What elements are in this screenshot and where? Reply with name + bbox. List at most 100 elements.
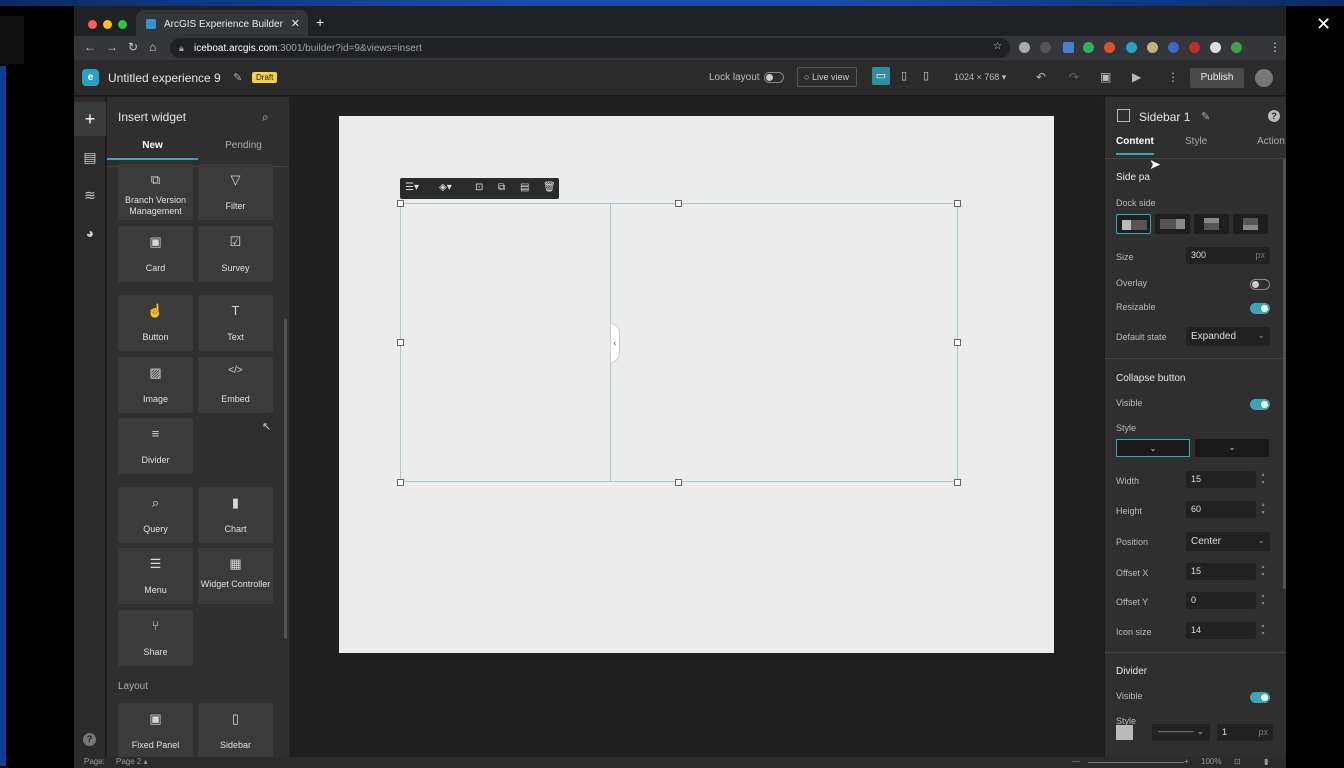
widget-tile-button[interactable]: ☝ Button (118, 295, 193, 351)
icon-size-input[interactable]: 14 ▴ ▾ (1186, 622, 1265, 639)
panel-scrollbar[interactable] (284, 319, 287, 639)
tab-close-icon[interactable]: ✕ (291, 17, 300, 30)
resize-handle[interactable] (675, 479, 682, 486)
align-icon[interactable]: ☰▾ (405, 182, 419, 193)
settings-scrollbar[interactable] (1283, 159, 1286, 589)
dock-bottom-option[interactable] (1233, 214, 1268, 234)
fit-icon[interactable]: ⊡ (1234, 757, 1241, 766)
height-input[interactable]: 60 ▴ ▾ (1186, 501, 1265, 518)
widget-tile-text[interactable]: T Text (198, 295, 273, 351)
stepper-icon[interactable]: ▴ ▾ (1258, 501, 1268, 518)
widget-tile-card[interactable]: ▣ Card (118, 226, 193, 282)
extension-icon[interactable] (1019, 42, 1030, 53)
desktop-view-icon[interactable]: ▭ (872, 67, 890, 85)
width-input[interactable]: 15 ▴ ▾ (1186, 471, 1265, 488)
live-view-button[interactable]: ○ Live view (797, 67, 857, 87)
extension-icon[interactable] (1147, 42, 1158, 53)
undo-icon[interactable]: ↶ (1036, 70, 1046, 84)
stepper-icon[interactable]: ▴ ▾ (1258, 563, 1268, 580)
zoom-dot[interactable] (118, 20, 127, 29)
more-icon[interactable]: ⋮ (1167, 70, 1179, 84)
browser-tab[interactable]: ArcGIS Experience Builder ✕ (136, 10, 308, 36)
sidebar-widget[interactable]: ‹ (400, 203, 958, 482)
data-icon[interactable]: ≋ (74, 178, 106, 212)
help-icon[interactable]: ? (1268, 110, 1280, 122)
widget-tile-filter[interactable]: ▽ Filter (198, 164, 273, 220)
size-input[interactable]: 300 px (1186, 247, 1270, 264)
preview-icon[interactable]: ▶ (1132, 70, 1141, 84)
save-icon[interactable]: ▣ (1100, 70, 1111, 84)
theme-icon[interactable]: ◕ (74, 216, 106, 250)
offset-x-input[interactable]: 15 ▴ ▾ (1186, 563, 1265, 580)
close-window-button[interactable]: ✕ (1316, 14, 1331, 35)
page-icon[interactable]: ▤ (74, 140, 106, 174)
divider-visible-toggle[interactable] (1250, 692, 1270, 703)
resolution-select[interactable]: 1024 × 768 ▾ (954, 72, 1006, 83)
phone-view-icon[interactable]: ▯ (917, 67, 935, 85)
layers-icon[interactable]: ◈▾ (439, 182, 452, 193)
widget-tile-chart[interactable]: ▮ Chart (198, 487, 273, 543)
extension-icon[interactable] (1231, 42, 1242, 53)
stepper-icon[interactable]: ▴ ▾ (1258, 622, 1268, 639)
widget-tile-image[interactable]: ▨ Image (118, 357, 193, 413)
zoom-out-icon[interactable]: — (1072, 757, 1080, 766)
forward-icon[interactable]: → (106, 40, 118, 54)
dock-top-option[interactable] (1194, 214, 1229, 234)
default-state-select[interactable]: Expanded ⌄ (1186, 327, 1270, 346)
zoom-slider[interactable] (1088, 762, 1184, 763)
bookmark-star-icon[interactable]: ☆ (993, 41, 1002, 52)
overlay-toggle[interactable] (1250, 279, 1270, 290)
resize-handle[interactable] (954, 339, 961, 346)
tab-style[interactable]: Style (1185, 136, 1207, 153)
widget-tile-share[interactable]: ⑂ Share (118, 610, 193, 666)
collapse-style-option-1[interactable]: ⌄ (1116, 439, 1190, 457)
stepper-icon[interactable]: ▴ ▾ (1258, 592, 1268, 609)
widget-name[interactable]: Sidebar 1 (1139, 110, 1190, 124)
extension-icon[interactable] (1104, 42, 1115, 53)
resize-handle[interactable] (397, 479, 404, 486)
back-icon[interactable]: ← (84, 40, 96, 54)
extension-icon[interactable] (1083, 42, 1094, 53)
extension-icon[interactable] (1063, 42, 1074, 53)
dock-right-option[interactable] (1155, 214, 1190, 234)
delete-icon[interactable]: 🗑︎ (543, 182, 556, 193)
resize-handle[interactable] (397, 339, 404, 346)
tablet-view-icon[interactable]: ▯ (895, 67, 913, 85)
search-icon[interactable]: ⌕ (262, 110, 269, 125)
widget-tile-survey[interactable]: ☑ Survey (198, 226, 273, 282)
resize-handle[interactable] (954, 479, 961, 486)
tab-pending[interactable]: Pending (198, 140, 289, 158)
line-style-select[interactable]: ———— ⌄ (1152, 724, 1210, 741)
dock-left-option[interactable] (1116, 214, 1151, 234)
extension-icon[interactable] (1040, 42, 1051, 53)
extension-icon[interactable] (1126, 42, 1137, 53)
widget-tile-widget-controller[interactable]: ▦ Widget Controller (198, 548, 273, 604)
edit-title-icon[interactable]: ✎ (233, 71, 242, 84)
divider-width-input[interactable]: 1 px (1217, 724, 1273, 741)
tab-action[interactable]: Action (1257, 136, 1285, 153)
lock-layout-toggle[interactable] (764, 72, 784, 83)
resizable-toggle[interactable] (1250, 303, 1270, 314)
reload-icon[interactable]: ↻ (128, 40, 138, 54)
collapse-visible-toggle[interactable] (1250, 399, 1270, 410)
widget-tile-query[interactable]: ⌕ Query (118, 487, 193, 543)
widget-tile-fixed-panel[interactable]: ▣ Fixed Panel (118, 703, 193, 757)
experience-title[interactable]: Untitled experience 9 (108, 71, 221, 85)
stepper-icon[interactable]: ▴ ▾ (1258, 471, 1268, 488)
widget-tile-sidebar[interactable]: ▯ Sidebar (198, 703, 273, 757)
new-tab-button[interactable]: + (316, 14, 324, 30)
page-select[interactable]: Page 2 ▴ (116, 757, 148, 766)
redo-icon[interactable]: ↷ (1069, 70, 1079, 84)
widget-tile-branch-version[interactable]: ⧉ Branch Version Management (118, 164, 193, 220)
settings-icon[interactable]: ▤ (520, 182, 529, 193)
widget-tile-menu[interactable]: ☰ Menu (118, 548, 193, 604)
edit-name-icon[interactable]: ✎ (1201, 110, 1210, 123)
avatar[interactable] (1255, 69, 1273, 87)
widget-tile-embed[interactable]: </> Embed (198, 357, 273, 413)
extension-icon[interactable] (1189, 42, 1200, 53)
tab-new[interactable]: New (107, 140, 198, 160)
help-icon[interactable]: ? (83, 733, 96, 746)
close-dot[interactable] (88, 20, 97, 29)
offset-y-input[interactable]: 0 ▴ ▾ (1186, 592, 1265, 609)
duplicate-icon[interactable]: ⧉ (498, 182, 505, 193)
